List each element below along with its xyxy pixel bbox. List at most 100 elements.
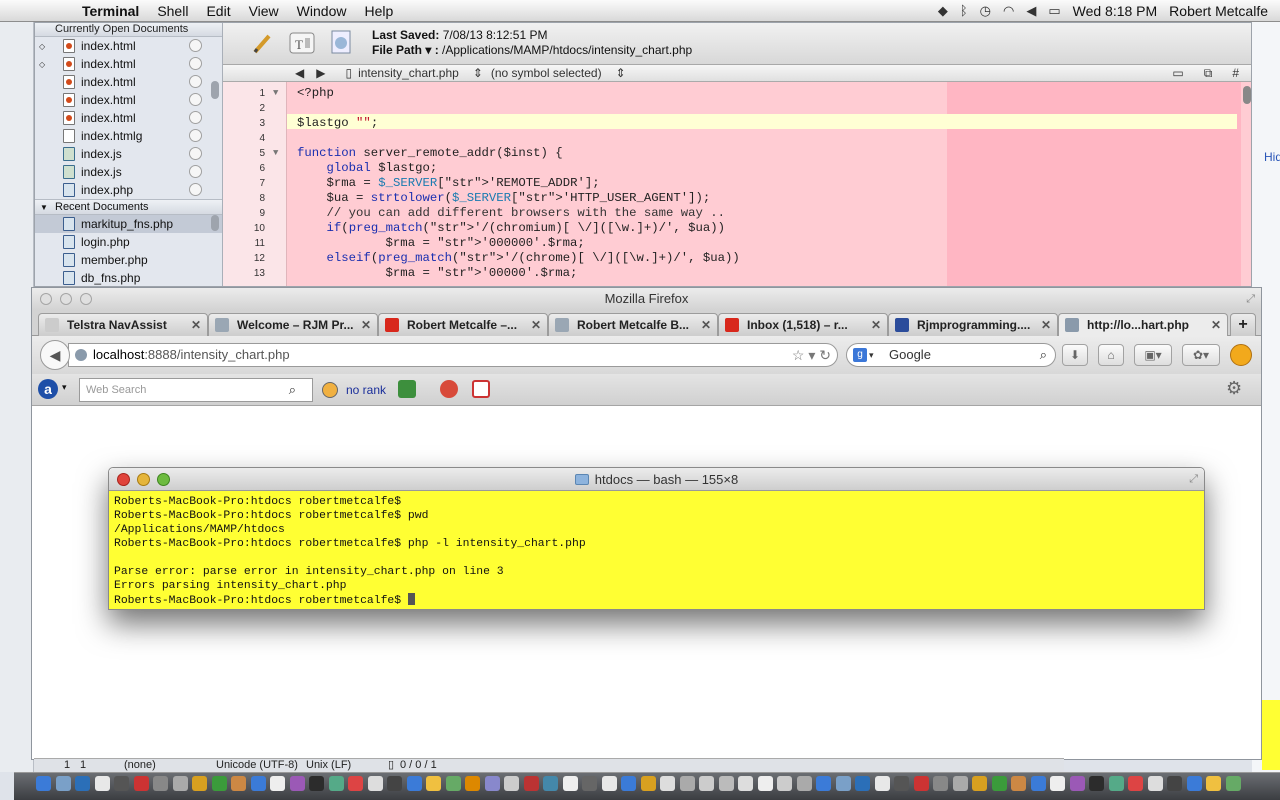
background-link[interactable]: Hid <box>1264 150 1280 164</box>
recent-document-item[interactable]: markitup_fns.php <box>35 215 222 233</box>
dock-app-icon[interactable] <box>55 776 71 791</box>
dock-app-icon[interactable] <box>1128 776 1143 791</box>
dock-app-icon[interactable] <box>75 776 90 791</box>
status-linebreaks[interactable]: Unix (LF) <box>306 759 351 772</box>
wifi-icon[interactable]: ◠ <box>1003 3 1014 19</box>
reload-icon[interactable]: ↻ <box>819 347 831 363</box>
close-document-icon[interactable] <box>189 111 202 124</box>
battery-icon[interactable]: ▭ <box>1048 3 1060 19</box>
open-document-item[interactable]: ◇ index.html <box>35 55 222 73</box>
downloads-button[interactable]: ⬇ <box>1062 344 1088 366</box>
dock-app-icon[interactable] <box>172 776 188 791</box>
dock-app-icon[interactable] <box>796 776 812 791</box>
text-options-icon[interactable]: T <box>287 28 317 58</box>
close-tab-icon[interactable]: ✕ <box>1041 318 1051 332</box>
dock-app-icon[interactable] <box>757 776 773 791</box>
dock-app-icon[interactable] <box>36 776 51 791</box>
status-encoding[interactable]: Unicode (UTF-8) <box>216 759 298 772</box>
url-bar[interactable]: localhost:8888/intensity_chart.php ☆ ▾ ↻ <box>68 343 838 367</box>
dock-app-icon[interactable] <box>1030 776 1046 791</box>
search-icon[interactable]: ⌕ <box>289 379 296 401</box>
terminal-output[interactable]: Roberts-MacBook-Pro:htdocs robertmetcalf… <box>109 491 1204 609</box>
dock-app-icon[interactable] <box>562 776 578 791</box>
dock-app-icon[interactable] <box>972 776 987 791</box>
recent-documents-header[interactable]: Recent Documents <box>35 199 222 215</box>
close-document-icon[interactable] <box>189 147 202 160</box>
menu-shell[interactable]: Shell <box>148 3 197 19</box>
close-document-icon[interactable] <box>189 183 202 196</box>
close-tab-icon[interactable]: ✕ <box>531 318 541 332</box>
dock-app-icon[interactable] <box>1050 776 1065 791</box>
browser-tab[interactable]: Inbox (1,518) – r... ✕ <box>718 313 888 336</box>
menu-edit[interactable]: Edit <box>197 3 239 19</box>
dock-app-icon[interactable] <box>894 776 909 791</box>
browser-tab[interactable]: Welcome – RJM Pr... ✕ <box>208 313 378 336</box>
file-menu-icon[interactable]: ▯ <box>345 66 352 80</box>
minimize-button[interactable] <box>60 293 72 305</box>
dock-app-icon[interactable] <box>874 776 890 791</box>
gmail-icon[interactable] <box>472 380 490 398</box>
line-markers-icon[interactable]: # <box>1232 66 1239 80</box>
bookmark-star-icon[interactable]: ☆ <box>792 347 805 363</box>
dock-app-icon[interactable] <box>94 776 110 791</box>
dock-app-icon[interactable] <box>679 776 695 791</box>
close-document-icon[interactable] <box>189 75 202 88</box>
dock-app-icon[interactable] <box>523 776 539 791</box>
open-document-item[interactable]: index.php <box>35 181 222 199</box>
close-document-icon[interactable] <box>189 129 202 142</box>
dock-app-icon[interactable] <box>1167 776 1182 791</box>
browser-tab[interactable]: http://lo...hart.php ✕ <box>1058 313 1228 336</box>
fullscreen-icon[interactable]: ⤢ <box>1189 468 1198 491</box>
dock-app-icon[interactable] <box>777 776 792 791</box>
dock-app-icon[interactable] <box>660 776 675 791</box>
dock-app-icon[interactable] <box>640 776 656 791</box>
close-document-icon[interactable] <box>189 57 202 70</box>
open-document-item[interactable]: index.html <box>35 91 222 109</box>
menubar-user[interactable]: Robert Metcalfe <box>1169 3 1268 19</box>
dropbox-icon[interactable]: ◆ <box>938 3 948 19</box>
dock-app-icon[interactable] <box>289 776 305 791</box>
nav-forward-icon[interactable]: ▶ <box>316 66 325 80</box>
close-button[interactable] <box>40 293 52 305</box>
web-search-input[interactable]: Web Search ⌕ <box>79 378 313 402</box>
search-icon[interactable]: ⌕ <box>1040 344 1047 366</box>
open-document-item[interactable]: index.js <box>35 145 222 163</box>
dock-app-icon[interactable] <box>933 776 948 791</box>
chevron-down-icon[interactable]: ▾ <box>62 382 67 393</box>
zoom-button[interactable] <box>80 293 92 305</box>
dock-app-icon[interactable] <box>153 776 168 791</box>
open-document-item[interactable]: index.htmlg <box>35 127 222 145</box>
addon-button[interactable]: ✿▾ <box>1182 344 1220 366</box>
rank-text[interactable]: no rank <box>346 383 386 397</box>
split-view-icon[interactable]: ▭ <box>1172 66 1183 80</box>
dock-app-icon[interactable] <box>1206 776 1221 791</box>
status-language[interactable]: (none) <box>124 759 156 772</box>
open-document-item[interactable]: index.html <box>35 73 222 91</box>
dock-app-icon[interactable] <box>367 776 383 791</box>
zoom-button[interactable] <box>157 473 170 486</box>
dock-app-icon[interactable] <box>913 776 929 791</box>
menu-view[interactable]: View <box>240 3 288 19</box>
browser-tab[interactable]: Robert Metcalfe –... ✕ <box>378 313 548 336</box>
search-bar[interactable]: g ▾ Google ⌕ <box>846 343 1056 367</box>
dock-app-icon[interactable] <box>387 776 402 791</box>
dock-app-icon[interactable] <box>211 776 227 791</box>
home-button[interactable]: ⌂ <box>1098 344 1124 366</box>
link-icon[interactable] <box>398 380 416 398</box>
google-icon[interactable]: g <box>853 348 867 362</box>
recent-document-item[interactable]: db_fns.php <box>35 269 222 286</box>
addon-badge-icon[interactable] <box>1230 344 1252 366</box>
close-document-icon[interactable] <box>189 39 202 52</box>
dock-app-icon[interactable] <box>621 776 636 791</box>
dock-app-icon[interactable] <box>270 776 285 791</box>
gear-icon[interactable]: ⚙ <box>1226 378 1242 399</box>
close-document-icon[interactable] <box>189 93 202 106</box>
chevron-down-icon[interactable]: ▾ <box>869 344 874 366</box>
document-info-icon[interactable] <box>327 28 357 58</box>
dock-app-icon[interactable] <box>1186 776 1202 791</box>
close-tab-icon[interactable]: ✕ <box>871 318 881 332</box>
recent-docs-scrollbar[interactable] <box>211 215 219 231</box>
close-document-icon[interactable] <box>189 165 202 178</box>
dock-app-icon[interactable] <box>328 776 344 791</box>
dock-app-icon[interactable] <box>192 776 207 791</box>
